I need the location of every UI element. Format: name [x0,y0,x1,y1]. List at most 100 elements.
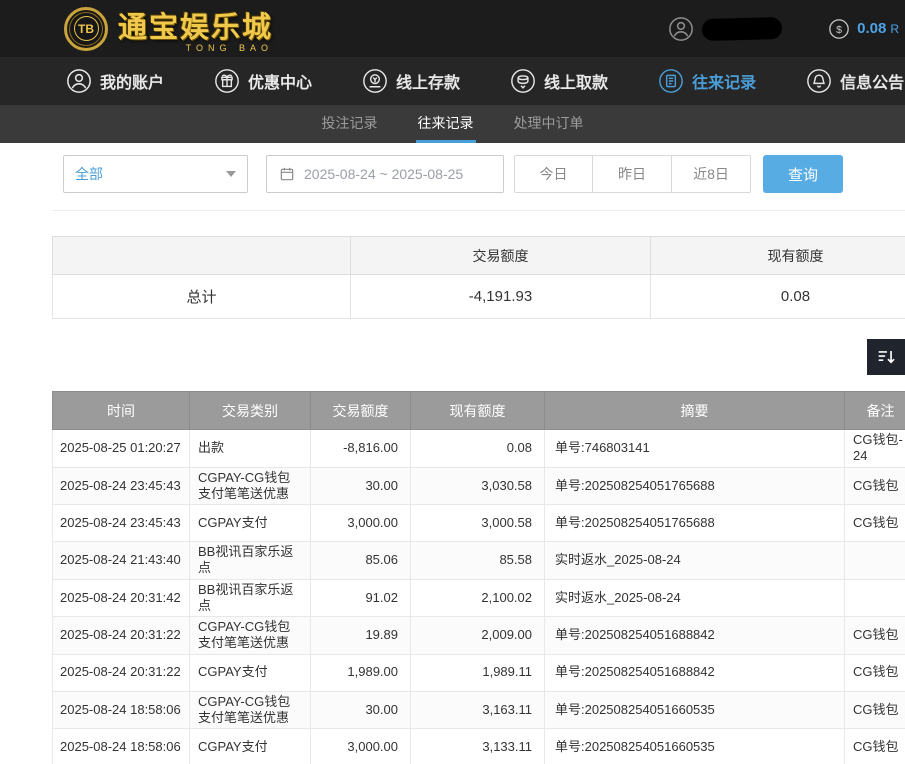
nav-item-promotions[interactable]: 优惠中心 [214,68,312,94]
content: 全部 2025-08-24 ~ 2025-08-25 今日 昨日 近8日 查询 … [0,143,905,764]
search-button[interactable]: 查询 [763,155,843,193]
table-row: 2025-08-24 23:45:43CGPAY支付3,000.003,000.… [53,505,905,542]
nav-item-my-account[interactable]: 我的账户 [66,68,164,94]
summary-cell: 单号:202508254051688842 [545,617,845,655]
balance-currency: R [890,22,899,36]
summary-total-label: 总计 [53,275,351,319]
nav-item-announcements[interactable]: 信息公告 [806,68,904,94]
nav-label: 我的账户 [100,69,164,93]
balance-cell: 1,989.11 [411,654,545,691]
balance-cell: 3,133.11 [411,729,545,764]
type-cell: CGPAY-CG钱包支付笔笔送优惠 [190,691,311,729]
balance-cell: 2,009.00 [411,617,545,655]
summary-cell: 单号:746803141 [545,430,845,468]
header-summary: 摘要 [545,392,845,430]
summary-cell: 实时返水_2025-08-24 [545,579,845,617]
summary-table: 交易额度 现有额度 总计 -4,191.93 0.08 [52,236,905,319]
amount-cell: -8,816.00 [311,430,411,468]
date-range-picker[interactable]: 2025-08-24 ~ 2025-08-25 [266,155,504,193]
user-icon[interactable] [668,16,694,42]
table-row: 2025-08-24 20:31:42BB视讯百家乐返点91.022,100.0… [53,579,905,617]
summary-cell: 单号:202508254051688842 [545,654,845,691]
sort-button[interactable] [867,339,905,375]
records-header-row: 时间 交易类别 交易额度 现有额度 摘要 备注 [53,392,905,430]
type-cell: CGPAY-CG钱包支付笔笔送优惠 [190,467,311,505]
summary-row: 总计 -4,191.93 0.08 [53,275,905,319]
nav-label: 线上取款 [544,69,608,93]
summary-total-transaction: -4,191.93 [351,275,651,319]
nav-item-transaction-records[interactable]: 往来记录 [658,68,756,94]
table-row: 2025-08-24 18:58:06CGPAY-CG钱包支付笔笔送优惠30.0… [53,691,905,729]
table-row: 2025-08-24 20:31:22CGPAY-CG钱包支付笔笔送优惠19.8… [53,617,905,655]
time-cell: 2025-08-24 20:31:42 [53,579,190,617]
sort-descending-icon [875,346,897,368]
type-cell: BB视讯百家乐返点 [190,579,311,617]
summary-total-balance: 0.08 [651,275,905,319]
header-balance: 现有额度 [411,392,545,430]
note-cell: CG钱包 [845,617,905,655]
table-row: 2025-08-24 20:31:22CGPAY支付1,989.001,989.… [53,654,905,691]
divider [52,210,905,211]
note-cell: CG钱包-24 [845,430,905,468]
tab-processing-orders[interactable]: 处理中订单 [512,105,586,143]
amount-cell: 85.06 [311,542,411,580]
nav-item-withdrawal[interactable]: 线上取款 [510,68,608,94]
site-logo[interactable]: TB 通宝娱乐城 TONG BAO [64,4,273,53]
records-body: 2025-08-25 01:20:27出款-8,816.000.08单号:746… [53,430,905,764]
logo-title: 通宝娱乐城 [118,4,273,46]
time-cell: 2025-08-24 21:43:40 [53,542,190,580]
note-cell: CG钱包 [845,505,905,542]
type-cell: CGPAY支付 [190,729,311,764]
note-cell [845,579,905,617]
time-cell: 2025-08-24 23:45:43 [53,467,190,505]
amount-cell: 1,989.00 [311,654,411,691]
date-range-value: 2025-08-24 ~ 2025-08-25 [304,166,463,182]
yesterday-button[interactable]: 昨日 [593,155,672,193]
note-cell: CG钱包 [845,691,905,729]
summary-cell: 单号:202508254051765688 [545,505,845,542]
nav-label: 信息公告 [840,69,904,93]
chevron-down-icon [226,171,236,177]
time-cell: 2025-08-25 01:20:27 [53,430,190,468]
withdraw-icon [510,68,536,94]
note-cell: CG钱包 [845,729,905,764]
header-amount: 交易额度 [311,392,411,430]
sub-nav: 投注记录 往来记录 处理中订单 [0,105,905,143]
topbar: TB 通宝娱乐城 TONG BAO $ 0.08 R [0,0,905,57]
balance-amount: 0.08 [857,20,886,37]
nav-label: 优惠中心 [248,69,312,93]
nav-label: 往来记录 [692,69,756,93]
time-cell: 2025-08-24 18:58:06 [53,691,190,729]
amount-cell: 3,000.00 [311,505,411,542]
nav-label: 线上存款 [396,69,460,93]
logo-subtitle: TONG BAO [118,43,273,53]
type-cell: BB视讯百家乐返点 [190,542,311,580]
note-cell: CG钱包 [845,654,905,691]
tab-betting-records[interactable]: 投注记录 [320,105,380,143]
today-button[interactable]: 今日 [514,155,593,193]
type-cell: 出款 [190,430,311,468]
balance-cell: 3,000.58 [411,505,545,542]
type-cell: CGPAY支付 [190,654,311,691]
table-row: 2025-08-25 01:20:27出款-8,816.000.08单号:746… [53,430,905,468]
sort-row [52,339,905,375]
amount-cell: 30.00 [311,691,411,729]
tab-transaction-records[interactable]: 往来记录 [416,105,476,143]
table-row: 2025-08-24 23:45:43CGPAY-CG钱包支付笔笔送优惠30.0… [53,467,905,505]
nav-item-deposit[interactable]: 线上存款 [362,68,460,94]
filter-bar: 全部 2025-08-24 ~ 2025-08-25 今日 昨日 近8日 查询 [63,155,905,193]
topbar-right: $ 0.08 R [668,16,899,42]
summary-header-transaction: 交易额度 [351,237,651,275]
time-cell: 2025-08-24 23:45:43 [53,505,190,542]
username-redacted [702,16,783,40]
header-time: 时间 [53,392,190,430]
note-cell: CG钱包 [845,467,905,505]
balance-cell: 3,030.58 [411,467,545,505]
last-8-days-button[interactable]: 近8日 [672,155,751,193]
table-row: 2025-08-24 18:58:06CGPAY支付3,000.003,133.… [53,729,905,764]
type-select[interactable]: 全部 [63,155,248,193]
gift-icon [214,68,240,94]
currency-icon: $ [828,18,850,40]
summary-header-empty [53,237,351,275]
summary-cell: 单号:202508254051660535 [545,729,845,764]
